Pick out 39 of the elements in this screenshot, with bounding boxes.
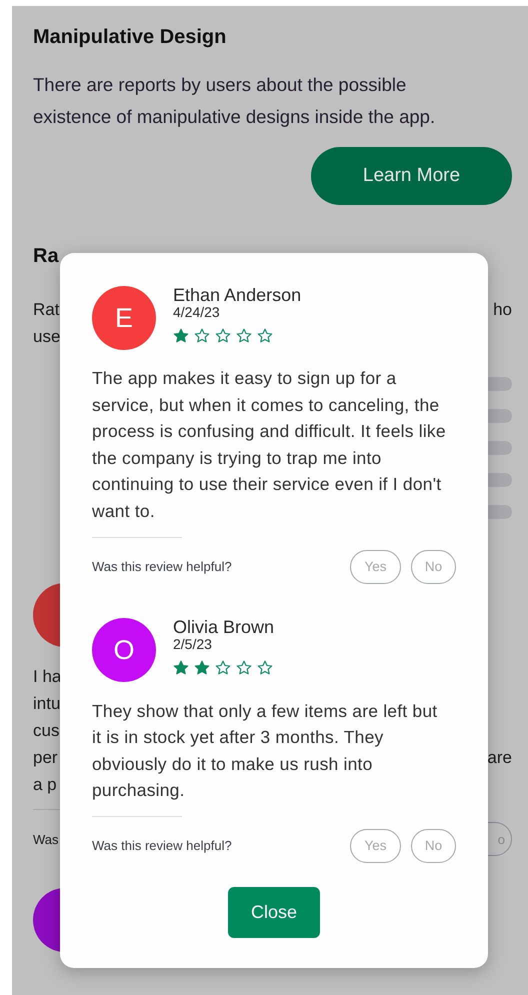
review-date: 4/24/23: [173, 305, 221, 320]
filled-star-icon: [173, 660, 189, 676]
review-text: They show that only a few items are left but it is in stock yet after 3 months. They obviously do it to make us rush into purchasing.: [92, 700, 438, 802]
review-date: 2/5/23: [173, 636, 213, 652]
close-button[interactable]: Close: [228, 886, 320, 938]
section-text: ho: [493, 299, 512, 321]
learn-more-button[interactable]: Learn More: [311, 147, 512, 205]
empty-star-icon: [257, 328, 273, 344]
empty-star-icon: [215, 660, 231, 676]
empty-star-icon: [194, 328, 210, 344]
section-heading: Ra: [33, 244, 59, 269]
review-text: intu: [33, 693, 60, 715]
filled-star-icon: [173, 328, 189, 344]
section-text: use: [33, 326, 60, 348]
section-title: Manipulative Design: [33, 25, 228, 50]
review-text: per: [33, 747, 58, 769]
reviewer-name: Ethan Anderson: [173, 285, 302, 305]
review-text: a p: [33, 774, 57, 796]
empty-star-icon: [236, 660, 252, 676]
avatar-initial: E: [114, 303, 133, 333]
no-button[interactable]: No: [411, 550, 456, 584]
section-text: Rat: [33, 299, 60, 321]
helpful-prompt: Was: [33, 832, 59, 846]
avatar-initial: O: [113, 634, 134, 665]
section-description: There are reports by users about the possible existence of manipulative designs inside the app.: [33, 73, 436, 129]
yes-button[interactable]: Yes: [350, 828, 401, 863]
review-text: The app makes it easy to sign up for a service, but when it comes to canceling, the process is confusing and difficult. It feels like the company is trying to trap me into continuing to use their service even if I don't want to.: [92, 367, 447, 523]
empty-star-icon: [215, 328, 231, 344]
yes-button[interactable]: Yes: [350, 550, 401, 584]
review-text: cus: [33, 720, 60, 742]
empty-star-icon: [236, 328, 252, 344]
filled-star-icon: [194, 660, 210, 676]
review-text: are: [487, 747, 512, 769]
no-button[interactable]: No: [411, 828, 456, 863]
helpful-prompt: Was this review helpful?: [92, 559, 233, 574]
review-text: I ha: [33, 666, 62, 688]
reviewer-name: Olivia Brown: [173, 616, 274, 637]
helpful-prompt: Was this review helpful?: [92, 838, 233, 854]
empty-star-icon: [257, 660, 273, 676]
